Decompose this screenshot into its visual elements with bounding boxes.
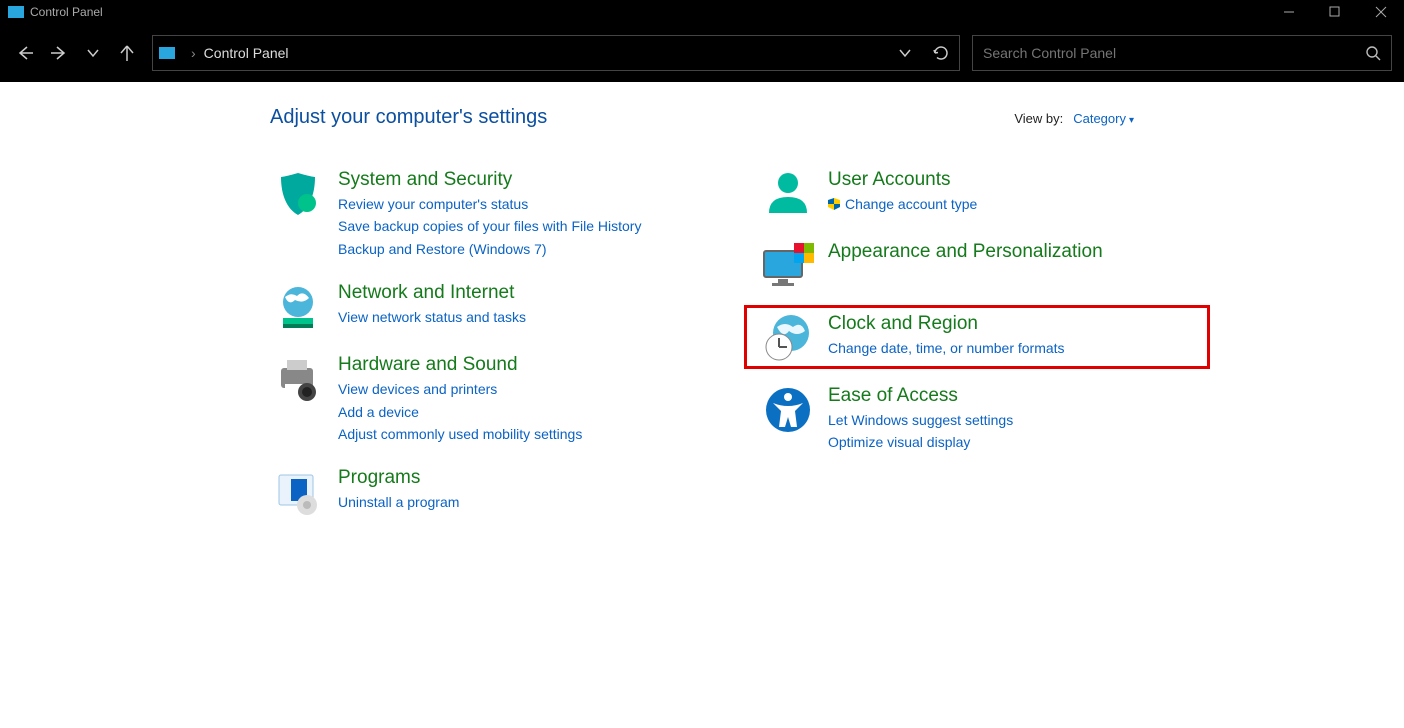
clock-globe-icon xyxy=(760,313,816,363)
recent-button[interactable] xyxy=(76,36,110,70)
user-icon xyxy=(760,169,816,219)
maximize-button[interactable] xyxy=(1312,0,1358,24)
category-column-left: System and Security Review your computer… xyxy=(270,169,700,539)
category-ease-of-access: Ease of Access Let Windows suggest setti… xyxy=(760,385,1190,454)
up-button[interactable] xyxy=(110,36,144,70)
link-optimize-display[interactable]: Optimize visual display xyxy=(828,431,1013,453)
window-title: Control Panel xyxy=(30,5,103,19)
content: Adjust your computer's settings View by:… xyxy=(0,82,1404,728)
category-title[interactable]: Ease of Access xyxy=(828,385,1013,407)
link-backup-restore[interactable]: Backup and Restore (Windows 7) xyxy=(338,238,641,260)
category-network-internet: Network and Internet View network status… xyxy=(270,282,700,332)
category-hardware-sound: Hardware and Sound View devices and prin… xyxy=(270,354,700,445)
control-panel-icon xyxy=(8,6,24,18)
uac-shield-icon xyxy=(828,194,840,206)
category-appearance: Appearance and Personalization xyxy=(760,241,1190,291)
address-dropdown-button[interactable] xyxy=(887,35,923,71)
search-icon[interactable] xyxy=(1355,45,1391,61)
close-button[interactable] xyxy=(1358,0,1404,24)
viewby-label: View by: xyxy=(1014,111,1063,126)
breadcrumb[interactable]: Control Panel xyxy=(204,45,289,61)
link-text: Change account type xyxy=(845,196,977,212)
shield-icon xyxy=(270,169,326,260)
control-panel-icon xyxy=(159,47,175,59)
category-title[interactable]: Hardware and Sound xyxy=(338,354,582,376)
category-column-right: User Accounts Change account type xyxy=(760,169,1190,539)
titlebar: Control Panel xyxy=(0,0,1404,24)
monitor-icon xyxy=(760,241,816,291)
page-title: Adjust your computer's settings xyxy=(270,106,547,129)
link-date-time-formats[interactable]: Change date, time, or number formats xyxy=(828,337,1065,359)
back-button[interactable] xyxy=(8,36,42,70)
link-change-account-type[interactable]: Change account type xyxy=(828,193,977,215)
globe-icon xyxy=(270,282,326,332)
category-title[interactable]: Programs xyxy=(338,467,459,489)
category-title[interactable]: System and Security xyxy=(338,169,641,191)
category-clock-region: Clock and Region Change date, time, or n… xyxy=(760,313,1190,363)
link-review-status[interactable]: Review your computer's status xyxy=(338,193,641,215)
search-input[interactable] xyxy=(973,45,1355,61)
address-bar[interactable]: › Control Panel xyxy=(152,35,960,71)
link-devices-printers[interactable]: View devices and printers xyxy=(338,378,582,400)
link-windows-suggest[interactable]: Let Windows suggest settings xyxy=(828,409,1013,431)
minimize-button[interactable] xyxy=(1266,0,1312,24)
breadcrumb-chevron-icon: › xyxy=(191,45,196,61)
link-network-status[interactable]: View network status and tasks xyxy=(338,306,526,328)
category-programs: Programs Uninstall a program xyxy=(270,467,700,517)
category-title[interactable]: Network and Internet xyxy=(338,282,526,304)
link-add-device[interactable]: Add a device xyxy=(338,401,582,423)
category-title[interactable]: User Accounts xyxy=(828,169,977,191)
search-bar[interactable] xyxy=(972,35,1392,71)
programs-icon xyxy=(270,467,326,517)
link-file-history[interactable]: Save backup copies of your files with Fi… xyxy=(338,215,641,237)
category-system-security: System and Security Review your computer… xyxy=(270,169,700,260)
link-mobility-settings[interactable]: Adjust commonly used mobility settings xyxy=(338,423,582,445)
navbar: › Control Panel xyxy=(0,24,1404,82)
viewby-dropdown[interactable]: Category▾ xyxy=(1073,111,1134,126)
accessibility-icon xyxy=(760,385,816,454)
category-title[interactable]: Appearance and Personalization xyxy=(828,241,1103,263)
category-user-accounts: User Accounts Change account type xyxy=(760,169,1190,219)
forward-button[interactable] xyxy=(42,36,76,70)
chevron-down-icon: ▾ xyxy=(1129,115,1134,126)
printer-camera-icon xyxy=(270,354,326,445)
link-uninstall-program[interactable]: Uninstall a program xyxy=(338,491,459,513)
viewby-value: Category xyxy=(1073,111,1126,126)
category-title[interactable]: Clock and Region xyxy=(828,313,1065,335)
refresh-button[interactable] xyxy=(923,35,959,71)
